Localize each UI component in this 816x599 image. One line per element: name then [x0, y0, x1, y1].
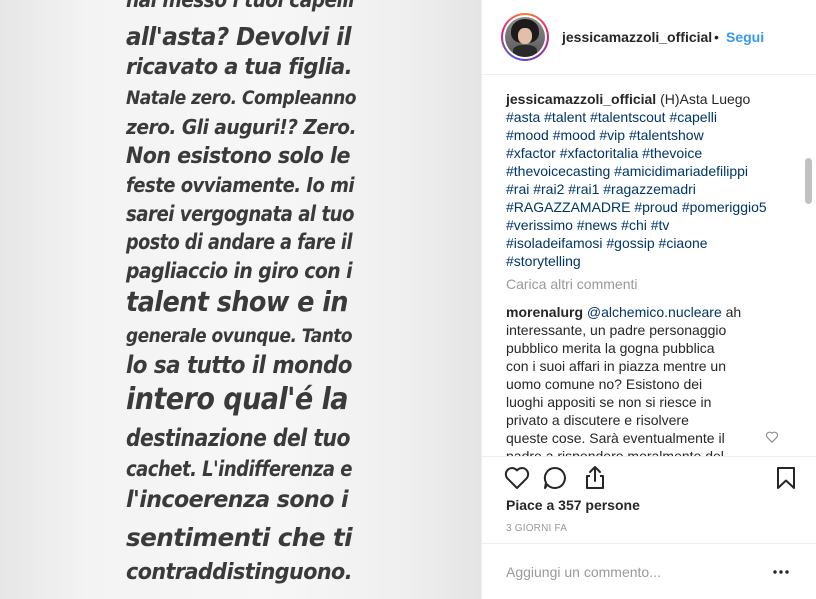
image-text-line: posto di andare a fare il: [126, 230, 353, 254]
comment-text-line: queste cose. Sarà eventualmente il: [506, 430, 725, 446]
comment-text-line: padre a rispondere moralmente del: [506, 448, 724, 456]
image-text-line: pagliaccio in giro con i: [126, 259, 353, 283]
comment-mention[interactable]: @alchemico.nucleare: [587, 304, 722, 320]
image-text-line: contraddistinguono.: [126, 560, 353, 585]
header-username[interactable]: jessicamazzoli_official: [562, 29, 712, 45]
image-text-line: l'incoerenza sono i: [126, 487, 349, 513]
hashtag-line[interactable]: #xfactor #xfactoritalia #thevoice: [506, 144, 796, 162]
comments-scrollbar[interactable]: [802, 156, 812, 456]
image-text-line: all'asta? Devolvi il: [126, 22, 352, 51]
image-text-line: Non esistono solo le: [126, 144, 351, 169]
ellipsis-icon[interactable]: [772, 564, 790, 580]
post-caption: jessicamazzoli_official (H)Asta Luego #a…: [506, 90, 796, 270]
comment-text-line: pubblico merita la gogna pubblica: [506, 340, 715, 356]
comments-area[interactable]: jessicamazzoli_official (H)Asta Luego #a…: [482, 76, 816, 456]
post-date: 3 GIORNI FA: [506, 523, 568, 534]
hashtag-line[interactable]: #RAGAZZAMADRE #proud #pomeriggio5: [506, 198, 796, 216]
image-text-line: Natale zero. Compleanno: [126, 87, 357, 109]
action-bar: [482, 456, 816, 496]
header-separator: •: [714, 29, 719, 45]
comment-item: morenalurg @alchemico.nucleare ah intere…: [506, 303, 746, 456]
hashtag-line[interactable]: #asta #talent #talentscout #capelli: [506, 108, 796, 126]
image-text-line: lo sa tutto il mondo: [126, 351, 353, 379]
load-more-comments-button[interactable]: Carica altri commenti: [506, 276, 637, 292]
image-text-line: generale ovunque. Tanto: [126, 325, 353, 347]
image-text-line: sentimenti che ti: [126, 523, 353, 552]
caption-hashtags: #asta #talent #talentscout #capelli #moo…: [506, 108, 796, 270]
add-comment-input[interactable]: [506, 562, 746, 582]
hashtag-line[interactable]: #rai #rai2 #rai1 #ragazzemadri: [506, 180, 796, 198]
avatar-photo: [505, 17, 545, 57]
comment-text-line: uomo comune no? Esistono dei: [506, 376, 703, 392]
hashtag-line[interactable]: #storytelling: [506, 252, 796, 270]
caption-text: (H)Asta Luego: [656, 91, 751, 107]
likes-count[interactable]: Piace a 357 persone: [506, 497, 640, 513]
avatar-body: [513, 45, 537, 57]
caption-username[interactable]: jessicamazzoli_official: [506, 91, 656, 107]
post-image[interactable]: hai messo i tuoi capelli all'asta? Devolv…: [0, 0, 481, 599]
image-text-line: ricavato a tua figlia.: [126, 55, 353, 80]
image-text-line: talent show e in: [126, 285, 349, 318]
share-icon[interactable]: [582, 465, 608, 491]
comment-username[interactable]: morenalurg: [506, 304, 583, 320]
heart-outline-icon[interactable]: [504, 465, 530, 491]
hashtag-line[interactable]: #verissimo #news #chi #tv: [506, 216, 796, 234]
post-side-panel: jessicamazzoli_official • Segui jessicam…: [481, 0, 816, 599]
hashtag-line[interactable]: #thevoicecasting #amicidimariadefilippi: [506, 162, 796, 180]
comment-text-line: interessante, un padre personaggio: [506, 322, 727, 338]
add-comment-bar: [482, 543, 816, 599]
image-text-line: intero qual'é la: [126, 382, 349, 417]
post-header: jessicamazzoli_official • Segui: [482, 0, 816, 75]
avatar-inner: [503, 15, 547, 59]
comment-text-line: con i suoi affari in piazza mentre un: [506, 358, 726, 374]
comment-text-line: ah: [721, 304, 742, 320]
avatar[interactable]: [501, 13, 549, 61]
speech-bubble-icon[interactable]: [542, 465, 568, 491]
comment-text-line: privato a discutere e risolvere: [506, 412, 689, 428]
follow-button[interactable]: Segui: [726, 29, 764, 45]
image-text-line: destinazione del tuo: [126, 424, 351, 452]
image-text-line: hai messo i tuoi capelli: [126, 0, 355, 12]
image-text-line: sarei vergognata al tuo: [126, 202, 355, 226]
small-heart-icon[interactable]: [765, 431, 779, 443]
image-text-line: cachet. L'indifferenza e: [126, 457, 353, 481]
hashtag-line[interactable]: #mood #mood #vip #talentshow: [506, 126, 796, 144]
scrollbar-thumb[interactable]: [805, 158, 812, 204]
hashtag-line[interactable]: #isoladeifamosi #gossip #ciaone: [506, 234, 796, 252]
comment-text-line: luoghi appositi se non si riesce in: [506, 394, 712, 410]
bookmark-icon[interactable]: [773, 465, 799, 491]
image-text-line: zero. Gli auguri!? Zero.: [126, 115, 357, 139]
image-text-line: feste ovviamente. Io mi: [126, 173, 355, 197]
